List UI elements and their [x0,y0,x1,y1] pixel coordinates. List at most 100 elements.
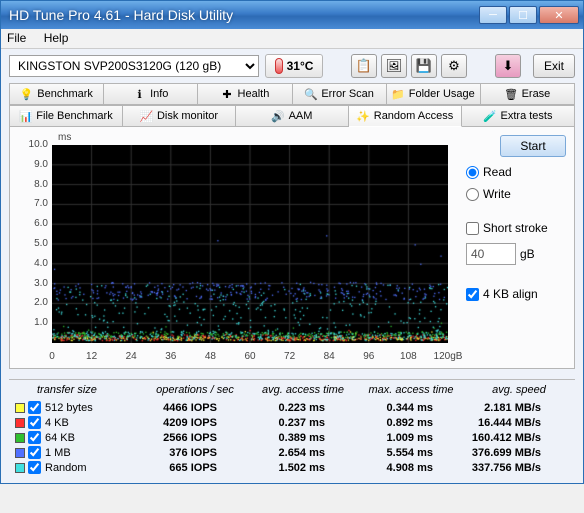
ops-value: 4466 IOPS [127,402,235,414]
y-tick: 8.0 [18,179,48,190]
avg-speed-value: 16.444 MB/s [451,417,559,429]
short-stroke-unit: gB [520,247,535,261]
max-access-value: 4.908 ms [343,462,451,474]
series-checkbox[interactable] [28,431,41,444]
drive-select[interactable]: KINGSTON SVP200S3120G (120 gB) [9,55,259,77]
max-access-value: 0.344 ms [343,402,451,414]
tab-file-benchmark[interactable]: 📊File Benchmark [10,105,123,127]
y-tick: 10.0 [18,139,48,150]
series-swatch [15,403,25,413]
tab-folder-usage[interactable]: 📁Folder Usage [387,83,481,105]
series-checkbox[interactable] [28,401,41,414]
menubar: File Help [1,29,583,49]
health-icon: ✚ [221,88,234,101]
erase-icon: 🗑 [505,88,518,101]
close-button[interactable]: ✕ [539,6,579,24]
folder-usage-icon: 📁 [392,88,405,101]
series-checkbox[interactable] [28,416,41,429]
align-label: 4 KB align [483,287,538,301]
tab-error-scan[interactable]: 🔍Error Scan [293,83,387,105]
scatter-chart: ms 1.02.03.04.05.06.07.08.09.010.0 01224… [18,135,458,360]
minimize-button[interactable]: ─ [479,6,507,24]
read-radio[interactable] [466,166,479,179]
temperature-value: 31°C [287,59,314,73]
x-tick: 12 [86,351,97,362]
start-button[interactable]: Start [500,135,566,157]
minimize-tray-button[interactable]: ⬇ [495,54,521,78]
tab-info[interactable]: ℹInfo [104,83,198,105]
short-stroke-checkbox[interactable] [466,222,479,235]
ops-value: 665 IOPS [127,462,235,474]
series-swatch [15,448,25,458]
y-tick: 7.0 [18,198,48,209]
tab-benchmark[interactable]: 💡Benchmark [10,83,104,105]
exit-button[interactable]: Exit [533,54,575,78]
random-access-panel: ms 1.02.03.04.05.06.07.08.09.010.0 01224… [9,127,575,369]
x-tick: 120gB [434,351,463,362]
x-tick: 36 [165,351,176,362]
error-scan-icon: 🔍 [304,88,317,101]
settings-button[interactable]: ⚙ [441,54,467,78]
save-button[interactable]: 💾 [411,54,437,78]
x-tick: 0 [49,351,55,362]
tab-extra-tests[interactable]: 🧪Extra tests [462,105,575,127]
write-radio[interactable] [466,188,479,201]
avg-access-value: 1.502 ms [235,462,343,474]
avg-access-value: 0.223 ms [235,402,343,414]
app-window: HD Tune Pro 4.61 - Hard Disk Utility ─ ☐… [0,0,584,484]
series-label: Random [45,462,127,474]
y-tick: 2.0 [18,297,48,308]
y-tick: 6.0 [18,218,48,229]
tabs: 💡BenchmarkℹInfo✚Health🔍Error Scan📁Folder… [9,83,575,127]
copy-screenshot-button[interactable]: 🖼 [381,54,407,78]
col-avg-speed: avg. speed [465,384,573,396]
info-icon: ℹ [133,88,146,101]
result-row: 4 KB4209 IOPS0.237 ms0.892 ms16.444 MB/s [9,415,575,430]
tab-aam[interactable]: 🔊AAM [236,105,349,127]
avg-speed-value: 160.412 MB/s [451,432,559,444]
x-tick: 96 [363,351,374,362]
maximize-button[interactable]: ☐ [509,6,537,24]
result-row: 1 MB376 IOPS2.654 ms5.554 ms376.699 MB/s [9,445,575,460]
series-swatch [15,433,25,443]
align-checkbox[interactable] [466,288,479,301]
series-label: 64 KB [45,432,127,444]
tab-disk-monitor[interactable]: 📈Disk monitor [123,105,236,127]
series-label: 512 bytes [45,402,127,414]
y-tick: 5.0 [18,238,48,249]
short-stroke-label: Short stroke [483,221,548,235]
series-label: 4 KB [45,417,127,429]
series-label: 1 MB [45,447,127,459]
x-tick: 48 [205,351,216,362]
copy-info-button[interactable]: 📋 [351,54,377,78]
file-benchmark-icon: 📊 [19,110,32,123]
y-tick: 1.0 [18,317,48,328]
menu-file[interactable]: File [7,31,26,45]
titlebar[interactable]: HD Tune Pro 4.61 - Hard Disk Utility ─ ☐… [1,1,583,29]
series-checkbox[interactable] [28,461,41,474]
y-tick: 9.0 [18,159,48,170]
col-operations: operations / sec [141,384,249,396]
result-row: 512 bytes4466 IOPS0.223 ms0.344 ms2.181 … [9,400,575,415]
disk-monitor-icon: 📈 [140,110,153,123]
aam-icon: 🔊 [272,110,285,123]
short-stroke-input[interactable] [466,243,516,265]
benchmark-icon: 💡 [20,88,33,101]
temperature-badge: 31°C [265,54,323,78]
col-avg-access: avg. access time [249,384,357,396]
series-swatch [15,463,25,473]
tab-health[interactable]: ✚Health [198,83,292,105]
x-tick: 60 [244,351,255,362]
tab-random-access[interactable]: ✨Random Access [349,105,462,127]
ops-value: 376 IOPS [127,447,235,459]
x-tick: 72 [284,351,295,362]
tab-erase[interactable]: 🗑Erase [481,83,575,105]
menu-help[interactable]: Help [44,31,69,45]
series-checkbox[interactable] [28,446,41,459]
y-axis-label: ms [58,132,71,143]
random-access-icon: ✨ [357,110,370,123]
ops-value: 2566 IOPS [127,432,235,444]
series-swatch [15,418,25,428]
avg-speed-value: 376.699 MB/s [451,447,559,459]
extra-tests-icon: 🧪 [484,110,497,123]
